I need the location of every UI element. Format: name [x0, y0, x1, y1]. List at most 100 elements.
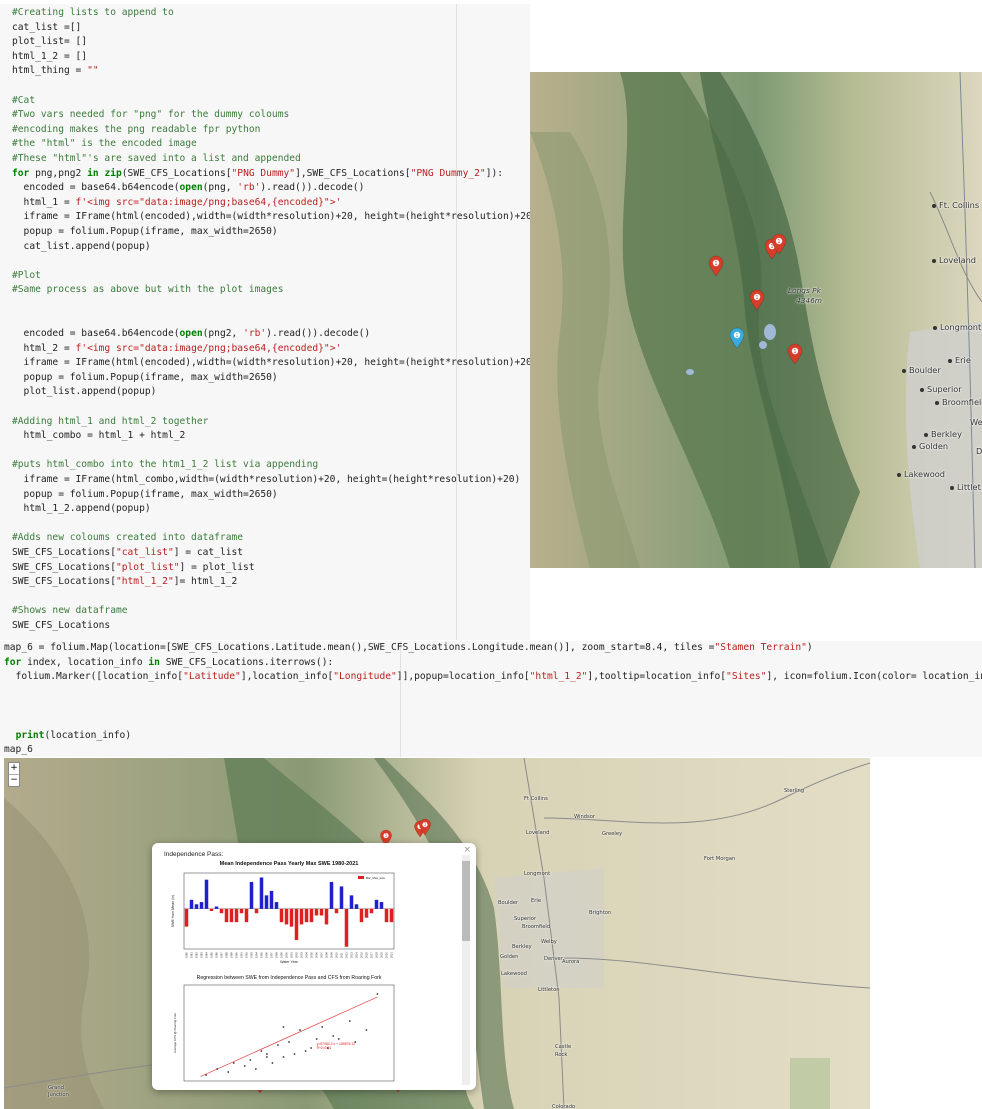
bar [374, 899, 379, 909]
city-name: Longmont [940, 322, 982, 332]
tick-label: 2009 [329, 952, 333, 958]
code-line: map_6 [4, 743, 982, 757]
zoom-in-button[interactable]: + [9, 763, 19, 775]
tick-label: 2011 [339, 952, 343, 958]
popup-close-button[interactable]: × [463, 845, 471, 855]
code-token: #Plot [12, 269, 41, 281]
code-line: for png,png2 in zip(SWE_CFS_Locations["P… [12, 167, 530, 182]
tick-label: 1991 [239, 952, 243, 958]
code-cell-1[interactable]: #Creating lists to append to cat_list =[]… [0, 4, 530, 640]
marker-popup[interactable]: × Independence Pass: Mean Independence P… [152, 843, 476, 1090]
popup-scrollbar[interactable] [462, 855, 470, 1085]
code-line: map_6 = folium.Map(location=[SWE_CFS_Loc… [4, 641, 982, 656]
city-dot-icon [932, 203, 936, 208]
map-marker-icon[interactable]: 1 [749, 289, 765, 311]
terrain-background [530, 72, 982, 568]
code-token: ],SWE_CFS_Locations[ [295, 167, 411, 179]
bar [219, 908, 224, 914]
tick-label: 1997 [269, 952, 273, 958]
code-line: html_combo = html_1 + html_2 [12, 429, 530, 444]
bar [184, 908, 189, 927]
bar [194, 904, 199, 909]
map-marker-icon[interactable]: 1 [729, 327, 745, 349]
code-token: #Creating lists to append to [12, 7, 174, 18]
code-token: html_thing = [12, 65, 88, 77]
map-marker-icon[interactable]: 1 [419, 818, 432, 836]
data-point [299, 1029, 301, 1031]
bar [284, 908, 289, 925]
tick-label: 2010 [334, 952, 338, 958]
map-city-label: Longmont [524, 871, 551, 877]
code-line: #Two vars needed for "png" for the dummy… [12, 108, 530, 123]
zoom-control: + − [8, 762, 20, 787]
bar [384, 908, 389, 923]
map-city-label: Greeley [602, 831, 623, 837]
code-token: for [12, 167, 30, 179]
bar [279, 908, 284, 923]
code-lines: map_6 = folium.Map(location=[SWE_CFS_Loc… [4, 641, 982, 757]
legend-swatch [358, 876, 364, 879]
code-token: in [87, 167, 99, 179]
bar [314, 908, 319, 916]
map-marker-icon[interactable]: 1 [771, 233, 787, 255]
data-point [243, 1065, 246, 1067]
bar [334, 908, 339, 914]
tick-label: 1996 [264, 952, 268, 958]
data-point [254, 1068, 257, 1070]
city-name: We [970, 417, 982, 427]
code-token: #Cat [12, 94, 36, 106]
bar [304, 908, 309, 923]
tick-label: 2005 [309, 952, 313, 958]
map-city-label: Broomfield [522, 924, 551, 930]
bar [204, 879, 209, 909]
code-line: encoded = base64.b64encode(open(png2, 'r… [12, 327, 530, 342]
map-city-label: Welby [541, 939, 557, 945]
city-dot-icon [935, 400, 939, 405]
bar [329, 881, 334, 909]
map-marker-icon[interactable]: 1 [787, 343, 803, 365]
city-name: 4346m [796, 296, 822, 305]
bar [359, 908, 364, 923]
code-token: SWE_CFS_Locations [12, 619, 111, 631]
map-city-label: Longmont [933, 322, 981, 332]
folium-map[interactable]: + − Ft Collins Windsor Greeley Loveland Fort… [4, 758, 870, 1109]
code-token: ],location_info[ [240, 671, 334, 683]
code-token: #Adding html_1 and html_2 together [12, 415, 209, 427]
data-point [227, 1071, 230, 1073]
code-token: #These "html"'s are saved into a list an… [12, 152, 301, 164]
map-city-label: Junction [48, 1092, 69, 1098]
zoom-out-button[interactable]: − [9, 775, 19, 786]
code-token: map_6 [4, 744, 33, 756]
data-point [348, 1020, 351, 1022]
code-line: #Shows new dataframe [12, 604, 530, 619]
code-token: ],tooltip=location_info[ [587, 671, 727, 683]
tick-label: 1992 [244, 952, 248, 958]
map-city-label: Windsor [574, 814, 596, 820]
data-point [365, 1029, 368, 1031]
code-token: ]): [485, 167, 504, 179]
data-point [315, 1038, 318, 1040]
map-city-label: Littleton [538, 987, 560, 993]
map-marker-icon[interactable]: 1 [708, 255, 724, 277]
data-point [277, 1044, 279, 1046]
data-point [265, 1053, 268, 1055]
data-point [282, 1056, 285, 1058]
popup-scrollbar-thumb[interactable] [462, 861, 470, 941]
tick-label: 2002 [294, 952, 298, 958]
code-token: "Longitude" [333, 671, 397, 683]
bar [189, 899, 194, 909]
city-name: Littlet [957, 482, 981, 492]
tick-label: 2006 [314, 952, 318, 958]
code-cell-2[interactable]: map_6 = folium.Map(location=[SWE_CFS_Loc… [0, 641, 982, 757]
code-line: #Adds new coloums created into dataframe [12, 531, 530, 546]
map-city-label: Superior [920, 384, 962, 394]
tick-label: 2013 [349, 952, 353, 958]
code-token: #the "html" is the encoded image [12, 138, 197, 150]
code-token: #Shows new dataframe [12, 605, 128, 617]
tick-label: 2015 [359, 952, 363, 958]
city-dot-icon [950, 485, 954, 490]
code-token: in [148, 656, 160, 668]
